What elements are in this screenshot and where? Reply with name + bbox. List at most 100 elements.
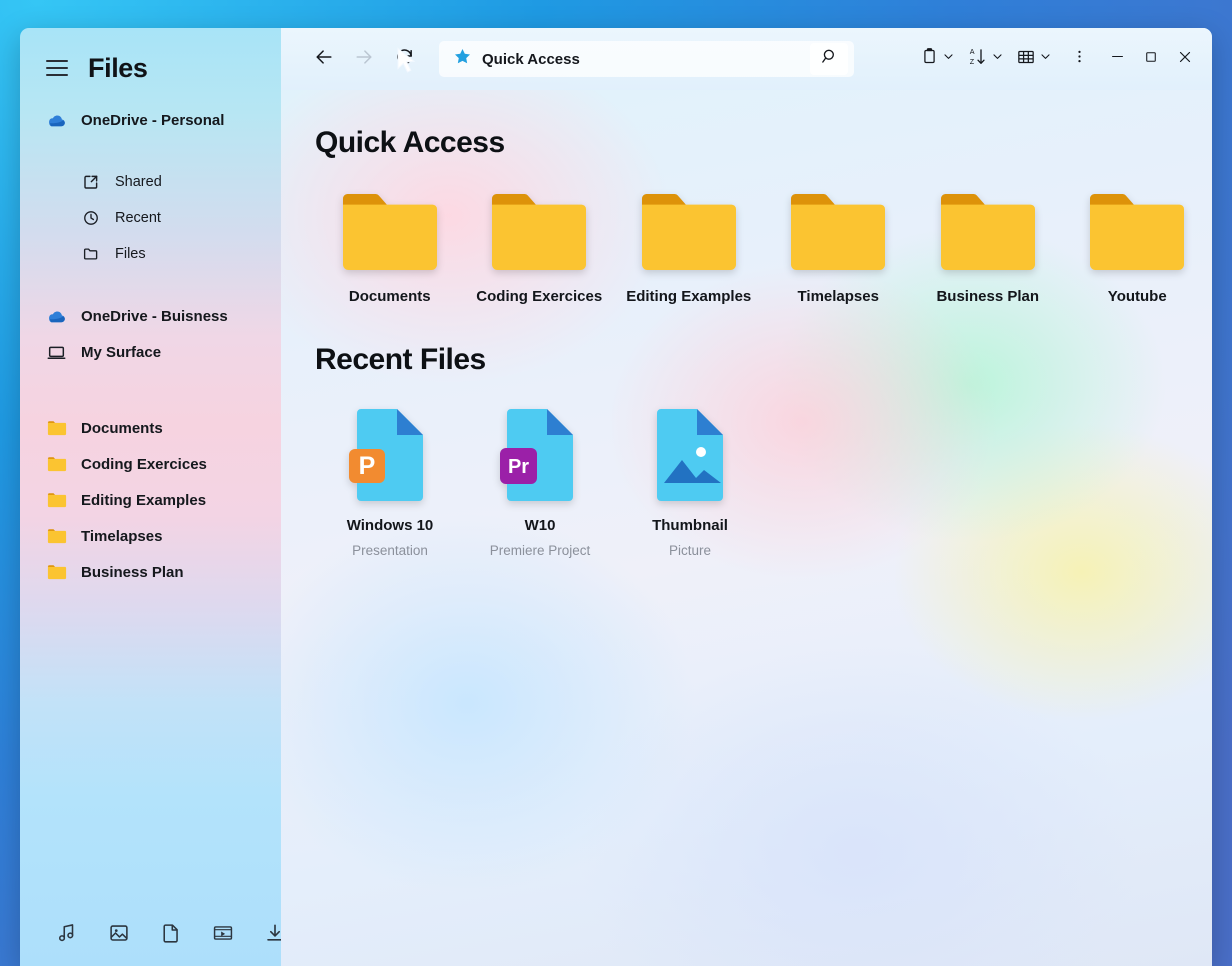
- sidebar-item-label: Coding Exercices: [81, 456, 207, 473]
- hamburger-icon[interactable]: [46, 60, 68, 76]
- sidebar-item-label: Timelapses: [81, 528, 162, 545]
- music-icon[interactable]: [56, 922, 78, 944]
- sort-button[interactable]: AZ: [961, 41, 1010, 77]
- app-title: Files: [88, 53, 148, 84]
- sidebar-item-business-plan[interactable]: Business Plan: [20, 554, 281, 590]
- sidebar-nav: OneDrive - Personal Shared Recent: [20, 90, 281, 590]
- sidebar-item-coding-exercices[interactable]: Coding Exercices: [20, 446, 281, 482]
- folder-label: Timelapses: [798, 288, 879, 305]
- files-app-window: Files OneDrive - Personal Shared: [20, 28, 1212, 966]
- folder-icon: [46, 562, 67, 583]
- paste-button[interactable]: [914, 41, 961, 77]
- folder-tile[interactable]: Youtube: [1063, 182, 1213, 305]
- arrow-right-icon: [353, 46, 375, 73]
- folder-tile[interactable]: Coding Exercices: [465, 182, 615, 305]
- file-tile[interactable]: Thumbnail Picture: [615, 399, 765, 558]
- folder-label: Youtube: [1108, 288, 1167, 305]
- sidebar-item-editing-examples[interactable]: Editing Examples: [20, 482, 281, 518]
- sidebar-item-label: Editing Examples: [81, 492, 206, 509]
- folder-icon: [46, 526, 67, 547]
- clock-icon: [80, 208, 101, 229]
- content-body: Quick Access Documents Coding Exercices: [281, 90, 1212, 966]
- back-button[interactable]: [305, 42, 343, 76]
- folder-icon: [46, 454, 67, 475]
- file-tile[interactable]: P Windows 10 Presentation: [315, 399, 465, 558]
- sidebar-item-recent[interactable]: Recent: [20, 200, 281, 236]
- sidebar-item-label: OneDrive - Personal: [81, 112, 224, 129]
- forward-button[interactable]: [345, 42, 383, 76]
- quick-access-grid: Documents Coding Exercices Editing Examp…: [315, 182, 1212, 305]
- folder-tile[interactable]: Timelapses: [764, 182, 914, 305]
- sidebar: Files OneDrive - Personal Shared: [20, 28, 281, 966]
- close-button[interactable]: [1168, 42, 1202, 76]
- sidebar-item-onedrive-personal[interactable]: OneDrive - Personal: [20, 102, 281, 138]
- star-icon: [453, 47, 472, 71]
- sidebar-item-timelapses[interactable]: Timelapses: [20, 518, 281, 554]
- sidebar-item-onedrive-business[interactable]: OneDrive - Buisness: [20, 298, 281, 334]
- cloud-icon: [46, 110, 67, 131]
- file-subtitle: Premiere Project: [490, 543, 591, 558]
- more-button[interactable]: [1058, 41, 1100, 77]
- sidebar-item-shared[interactable]: Shared: [20, 164, 281, 200]
- share-icon: [80, 172, 101, 193]
- arrow-left-icon: [313, 46, 335, 73]
- folder-icon: [339, 188, 441, 276]
- titlebar: Quick Access: [281, 28, 1212, 90]
- chevron-down-icon: [991, 50, 1004, 68]
- app-header: Files: [20, 28, 281, 90]
- minimize-icon: [1109, 48, 1126, 70]
- file-label: W10: [525, 517, 556, 534]
- premiere-file-icon: Pr: [499, 405, 581, 505]
- folder-label: Documents: [349, 288, 431, 305]
- chevron-down-icon: [942, 50, 955, 68]
- folder-icon: [46, 418, 67, 439]
- file-label: Thumbnail: [652, 517, 728, 534]
- maximize-icon: [1143, 49, 1159, 70]
- folder-icon: [638, 188, 740, 276]
- sidebar-item-label: Business Plan: [81, 564, 184, 581]
- sidebar-item-documents[interactable]: Documents: [20, 410, 281, 446]
- document-icon[interactable]: [160, 922, 182, 944]
- image-file-icon: [649, 405, 731, 505]
- sidebar-item-label: My Surface: [81, 344, 161, 361]
- folder-icon: [46, 490, 67, 511]
- picture-icon[interactable]: [108, 922, 130, 944]
- kebab-menu-icon: [1071, 47, 1088, 71]
- sidebar-item-my-surface[interactable]: My Surface: [20, 334, 281, 370]
- folder-icon: [488, 188, 590, 276]
- file-subtitle: Picture: [669, 543, 711, 558]
- folder-label: Editing Examples: [626, 288, 751, 305]
- folder-label: Business Plan: [936, 288, 1039, 305]
- file-subtitle: Presentation: [352, 543, 428, 558]
- maximize-button[interactable]: [1134, 42, 1168, 76]
- refresh-button[interactable]: [385, 42, 423, 76]
- file-label: Windows 10: [347, 517, 434, 534]
- svg-text:Z: Z: [970, 58, 975, 66]
- video-icon[interactable]: [212, 922, 234, 944]
- layout-button[interactable]: [1010, 41, 1058, 77]
- svg-text:P: P: [359, 452, 376, 480]
- folder-tile[interactable]: Business Plan: [913, 182, 1063, 305]
- grid-icon: [1016, 47, 1036, 72]
- content-area: Quick Access: [281, 28, 1212, 966]
- search-button[interactable]: [810, 43, 848, 75]
- toolbar-actions: AZ: [914, 41, 1202, 77]
- address-bar[interactable]: Quick Access: [439, 41, 854, 77]
- file-tile[interactable]: Pr W10 Premiere Project: [465, 399, 615, 558]
- sidebar-item-label: Recent: [115, 210, 161, 226]
- clipboard-icon: [920, 47, 939, 71]
- powerpoint-file-icon: P: [349, 405, 431, 505]
- breadcrumb: Quick Access: [482, 51, 580, 68]
- svg-text:A: A: [970, 48, 975, 56]
- sidebar-item-files[interactable]: Files: [20, 236, 281, 272]
- folder-tile[interactable]: Editing Examples: [614, 182, 764, 305]
- chevron-down-icon: [1039, 50, 1052, 68]
- quick-access-title: Quick Access: [315, 126, 1212, 160]
- folder-tile[interactable]: Documents: [315, 182, 465, 305]
- sidebar-spacer: [20, 590, 281, 922]
- minimize-button[interactable]: [1100, 42, 1134, 76]
- folder-outline-icon: [80, 244, 101, 265]
- sidebar-bottom-toolbar: [20, 922, 281, 966]
- sidebar-item-label: Shared: [115, 174, 162, 190]
- desktop-background: Files OneDrive - Personal Shared: [0, 0, 1232, 966]
